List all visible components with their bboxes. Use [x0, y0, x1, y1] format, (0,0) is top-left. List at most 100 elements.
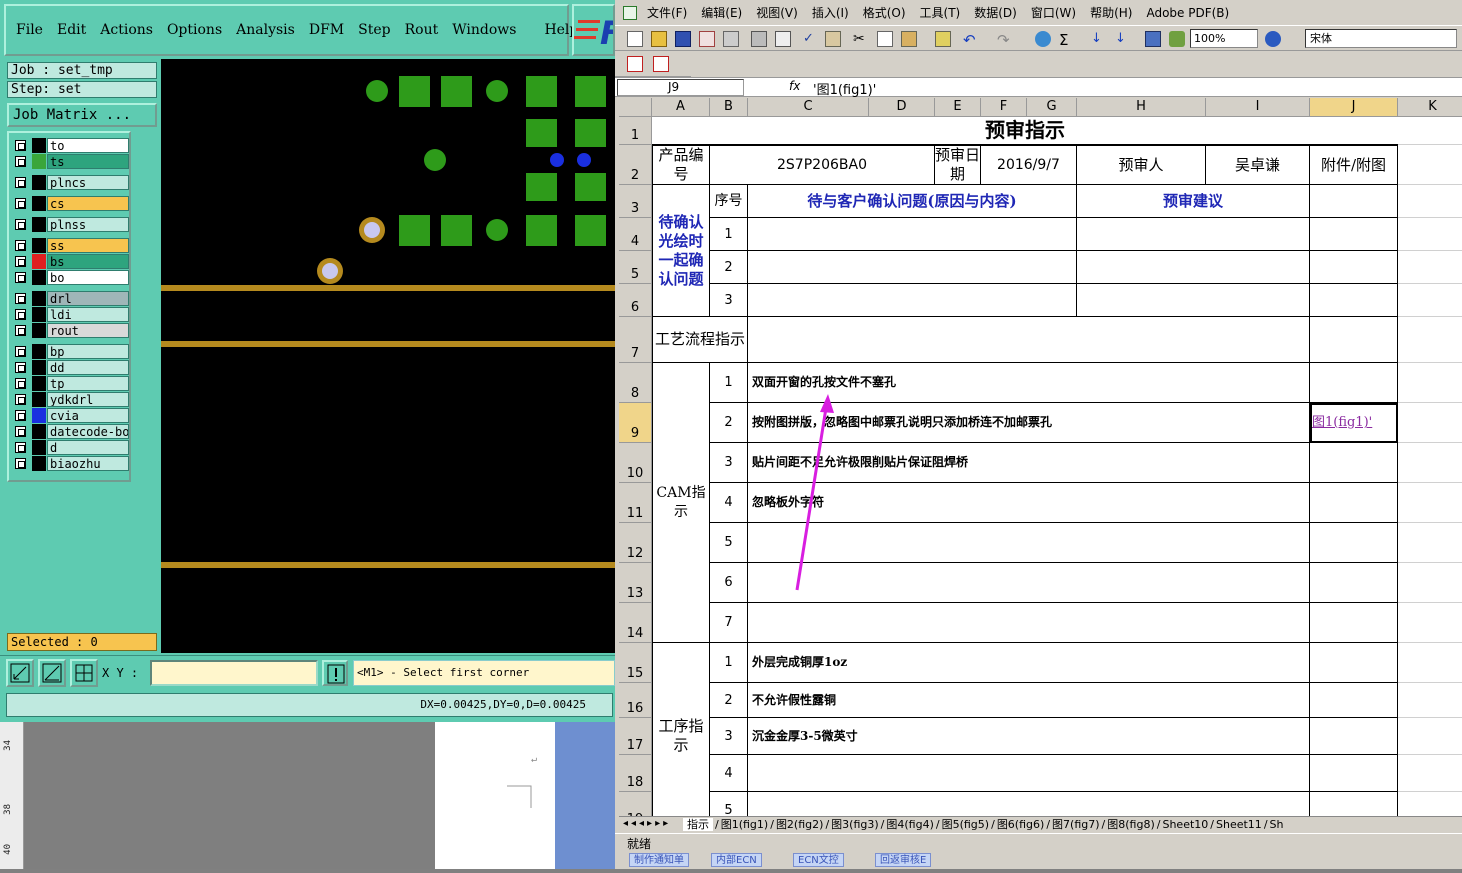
cam-instruction[interactable] [748, 563, 1310, 603]
layer-name[interactable]: ldi [47, 307, 129, 322]
attach-cell[interactable] [1310, 317, 1398, 363]
drawing-icon[interactable] [1169, 31, 1185, 47]
open-icon[interactable] [651, 31, 667, 47]
print-preview-icon[interactable] [775, 31, 791, 47]
row-header-4[interactable]: 4 [619, 218, 652, 251]
layer-name[interactable]: cs [47, 196, 129, 211]
attach-cell[interactable] [1310, 523, 1398, 563]
redo-icon[interactable]: ↷ [997, 31, 1013, 49]
pending-seq[interactable]: 3 [710, 284, 748, 317]
layer-row-plncs[interactable]: plncs [13, 175, 131, 190]
product-value[interactable]: 2S7P206BA0 [710, 145, 935, 185]
work-instruction[interactable] [748, 755, 1310, 792]
reviewer-value[interactable]: 吴卓谦 [1206, 145, 1310, 185]
attach-cell[interactable] [1310, 643, 1398, 683]
layer-color-swatch[interactable] [32, 408, 46, 423]
layer-row-bo[interactable]: bo [13, 270, 131, 285]
row-header-13[interactable]: 13 [619, 563, 652, 603]
excel-app-icon[interactable] [623, 5, 637, 20]
taskbar-item[interactable]: 回返审核E [875, 853, 932, 867]
pending-label[interactable]: 待确认光绘时一起确认问题 [652, 185, 710, 317]
layer-row-ldi[interactable]: ldi [13, 307, 131, 322]
menu-windows[interactable]: Windows [452, 22, 516, 38]
sheet-tab[interactable]: 图5(fig5) [942, 818, 990, 831]
cam-instruction[interactable]: 按附图拼版，忽略图中邮票孔说明只添加桥连不加邮票孔 [748, 403, 1310, 443]
layer-name[interactable]: bo [47, 270, 129, 285]
undo-icon[interactable]: ↶ [963, 31, 979, 49]
work-instruction[interactable] [748, 792, 1310, 816]
row-header-1[interactable]: 1 [619, 117, 652, 145]
layer-checkbox[interactable] [15, 219, 26, 230]
cam-seq[interactable]: 3 [710, 443, 748, 483]
cam-label[interactable]: CAM指示 [652, 363, 710, 643]
graphics-canvas[interactable] [161, 59, 615, 653]
row-header-18[interactable]: 18 [619, 755, 652, 792]
attach-cell[interactable] [1310, 363, 1398, 403]
layer-color-swatch[interactable] [32, 154, 46, 169]
layer-color-swatch[interactable] [32, 424, 46, 439]
cam-seq[interactable]: 5 [710, 523, 748, 563]
sheet-tab[interactable]: Sheet10 [1162, 818, 1208, 831]
formula-input[interactable]: '图1(fig1)' [813, 79, 876, 98]
layer-checkbox[interactable] [15, 198, 26, 209]
attach-cell[interactable] [1310, 718, 1398, 755]
layer-name[interactable]: rout [47, 323, 129, 338]
work-seq[interactable]: 4 [710, 755, 748, 792]
menu-insert[interactable]: 插入(I) [812, 4, 849, 21]
column-header-D[interactable]: D [869, 98, 935, 117]
cam-instruction[interactable] [748, 523, 1310, 563]
layer-checkbox[interactable] [15, 309, 26, 320]
column-header-E[interactable]: E [935, 98, 981, 117]
column-header-C[interactable]: C [748, 98, 869, 117]
layer-name[interactable]: ss [47, 238, 129, 253]
hyperlink-icon[interactable] [1035, 31, 1051, 47]
row-header-11[interactable]: 11 [619, 483, 652, 523]
issue-header[interactable]: 待与客户确认问题(原因与内容) [748, 185, 1077, 218]
cam-seq[interactable]: 1 [710, 363, 748, 403]
help-icon[interactable] [1265, 31, 1281, 47]
row-header-6[interactable]: 6 [619, 284, 652, 317]
menu-tools[interactable]: 工具(T) [920, 4, 961, 21]
new-icon[interactable] [627, 31, 643, 47]
layer-checkbox[interactable] [15, 293, 26, 304]
cam-seq[interactable]: 4 [710, 483, 748, 523]
layer-color-swatch[interactable] [32, 270, 46, 285]
taskbar-item[interactable]: 内部ECN [711, 853, 762, 867]
sheet-tab[interactable]: Sh [1270, 818, 1284, 831]
taskbar-item[interactable]: ECN文控 [793, 853, 844, 867]
process-value[interactable] [748, 317, 1310, 363]
worksheet-grid[interactable]: ABCDEFGHIJK12345678910111213141516171819… [619, 98, 1462, 816]
sort-desc-icon[interactable]: ↓ [1115, 31, 1131, 47]
work-instruction[interactable]: 不允许假性露铜 [748, 683, 1310, 718]
copy-icon[interactable] [877, 31, 893, 47]
layer-checkbox[interactable] [15, 272, 26, 283]
sheet-tab[interactable]: 图7(fig7) [1052, 818, 1100, 831]
layer-checkbox[interactable] [15, 140, 26, 151]
row-header-15[interactable]: 15 [619, 643, 652, 683]
row-header-9[interactable]: 9 [619, 403, 652, 443]
row-header-5[interactable]: 5 [619, 251, 652, 284]
layer-checkbox[interactable] [15, 442, 26, 453]
attach-cell[interactable] [1310, 563, 1398, 603]
xy-input[interactable] [150, 660, 318, 686]
pending-issue[interactable] [748, 284, 1077, 317]
row-header-14[interactable]: 14 [619, 603, 652, 643]
work-seq[interactable]: 5 [710, 792, 748, 816]
menu-file[interactable]: 文件(F) [647, 4, 687, 21]
layer-name[interactable]: bs [47, 254, 129, 269]
menu-file[interactable]: File [16, 22, 43, 38]
layer-name[interactable]: drl [47, 291, 129, 306]
column-header-I[interactable]: I [1206, 98, 1310, 117]
attach-cell[interactable] [1310, 603, 1398, 643]
suggest-header[interactable]: 预审建议 [1077, 185, 1310, 218]
work-seq[interactable]: 2 [710, 683, 748, 718]
cam-instruction[interactable]: 忽略板外字符 [748, 483, 1310, 523]
sort-asc-icon[interactable]: ↓ [1091, 31, 1107, 47]
work-seq[interactable]: 1 [710, 643, 748, 683]
menu-step[interactable]: Step [358, 22, 390, 38]
pending-issue[interactable] [748, 218, 1077, 251]
measure-button[interactable] [38, 659, 66, 687]
layer-color-swatch[interactable] [32, 138, 46, 153]
layer-checkbox[interactable] [15, 362, 26, 373]
autosum-icon[interactable]: Σ [1059, 31, 1075, 49]
